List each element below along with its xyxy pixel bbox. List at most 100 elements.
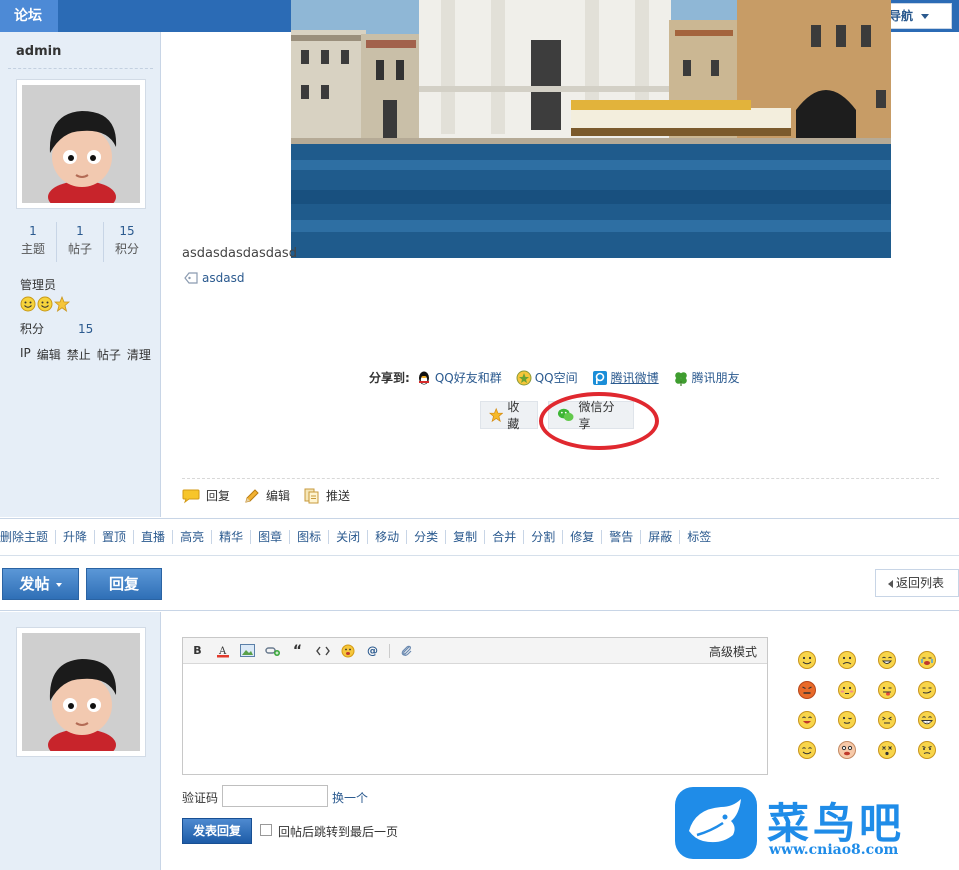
tag-link[interactable]: asdasd (202, 271, 244, 285)
share-tencent-friends[interactable]: 腾讯朋友 (673, 369, 740, 386)
doubt-emoji-icon[interactable] (917, 740, 937, 760)
share-qzone[interactable]: QQ空间 (516, 369, 578, 386)
forum-tab[interactable]: 论坛 (0, 0, 58, 32)
push-post-action[interactable]: 推送 (304, 487, 350, 504)
jump-to-last-page-checkbox[interactable] (260, 824, 272, 836)
mod-digest[interactable]: 精华 (211, 530, 250, 544)
admin-link-ban[interactable]: 禁止 (67, 346, 91, 363)
tencent-weibo-icon (592, 370, 607, 385)
mod-icon[interactable]: 图标 (289, 530, 328, 544)
post-actions: 回复 编辑 推送 (182, 487, 350, 504)
angry-emoji-icon[interactable] (797, 680, 817, 700)
stat-posts[interactable]: 1 帖子 (56, 222, 103, 262)
surprised-emoji-icon[interactable] (837, 740, 857, 760)
mod-repair[interactable]: 修复 (562, 530, 601, 544)
attachment-icon[interactable] (398, 642, 415, 659)
laugh-emoji-icon[interactable] (797, 710, 817, 730)
reply-button[interactable]: 回复 (86, 568, 162, 600)
avatar[interactable] (16, 79, 146, 209)
dizzy-emoji-icon[interactable] (877, 740, 897, 760)
squint-emoji-icon[interactable] (877, 710, 897, 730)
submit-reply-button[interactable]: 发表回复 (182, 818, 252, 844)
avatar-image (22, 633, 140, 751)
captcha-input[interactable] (222, 785, 328, 807)
post-body-text: asdasdasdasdasd (182, 246, 297, 261)
code-icon[interactable] (314, 642, 331, 659)
happy-emoji-icon[interactable] (797, 740, 817, 760)
post-new-button[interactable]: 发帖 (2, 568, 79, 600)
share-qq-friends[interactable]: QQ好友和群 (416, 369, 502, 386)
mod-bump[interactable]: 升降 (55, 530, 94, 544)
post-author-sidebar: admin 1 主题 1 帖子 15 积分 管理员 积分 15 IP 编辑 禁止… (0, 32, 161, 517)
author-name[interactable]: admin (16, 44, 61, 59)
reply-post-action[interactable]: 回复 (182, 487, 230, 504)
clover-icon (674, 371, 687, 386)
mod-live[interactable]: 直播 (133, 530, 172, 544)
smile-emoji-icon[interactable] (797, 650, 817, 670)
mod-block[interactable]: 屏蔽 (640, 530, 679, 544)
push-document-icon (304, 488, 319, 503)
user-group[interactable]: 管理员 (20, 276, 56, 293)
advanced-mode-link[interactable]: 高级模式 (709, 643, 757, 660)
mod-copy[interactable]: 复制 (445, 530, 484, 544)
bird-logo-icon (675, 787, 757, 859)
back-to-list-button[interactable]: 返回列表 (875, 569, 959, 597)
wink-emoji-icon[interactable] (837, 710, 857, 730)
sad-emoji-icon[interactable] (837, 650, 857, 670)
qq-penguin-icon (418, 371, 429, 384)
mod-move[interactable]: 移动 (367, 530, 406, 544)
image-icon[interactable] (239, 642, 256, 659)
mod-merge[interactable]: 合并 (484, 530, 523, 544)
mod-highlight[interactable]: 高亮 (172, 530, 211, 544)
admin-links: IP 编辑 禁止 帖子 清理 (20, 346, 151, 363)
grin-emoji-icon[interactable] (877, 650, 897, 670)
bold-icon[interactable]: B (189, 642, 206, 659)
share-row: 分享到: QQ好友和群 QQ空间 腾讯微博 腾讯朋友 (369, 369, 754, 386)
captcha-refresh-link[interactable]: 换一个 (332, 789, 368, 806)
share-label: 分享到: (369, 371, 410, 385)
toolbar-separator (389, 643, 390, 658)
mod-sticky[interactable]: 置顶 (94, 530, 133, 544)
quote-icon[interactable]: “ (289, 642, 306, 659)
emoticon-icon[interactable] (339, 642, 356, 659)
tongue-emoji-icon[interactable] (877, 680, 897, 700)
mod-category[interactable]: 分类 (406, 530, 445, 544)
reply-author-sidebar (0, 612, 161, 870)
smirk-emoji-icon[interactable] (917, 680, 937, 700)
admin-link-clean[interactable]: 清理 (127, 346, 151, 363)
admin-link-posts[interactable]: 帖子 (97, 346, 121, 363)
jump-to-last-page-label: 回帖后跳转到最后一页 (278, 825, 399, 839)
user-medals (20, 296, 70, 312)
favorite-button[interactable]: 收藏 (480, 400, 538, 431)
captcha-label: 验证码 (182, 791, 219, 805)
admin-link-edit[interactable]: 编辑 (37, 346, 61, 363)
mention-icon[interactable]: @ (364, 642, 381, 659)
mod-stamp[interactable]: 图章 (250, 530, 289, 544)
mod-split[interactable]: 分割 (523, 530, 562, 544)
shy-emoji-icon[interactable] (837, 680, 857, 700)
mod-delete-thread[interactable]: 删除主题 (0, 530, 55, 544)
stat-value: 15 (119, 224, 135, 238)
stat-threads[interactable]: 1 主题 (10, 222, 56, 262)
avatar[interactable] (16, 627, 146, 757)
chevron-left-icon (888, 579, 893, 588)
reply-textarea[interactable] (183, 664, 767, 774)
editor-toolbar: B A “ @ 高级模式 (183, 638, 767, 664)
smiley-medal-icon (37, 296, 53, 312)
share-tencent-friends-label: 腾讯朋友 (691, 371, 740, 385)
big-grin-emoji-icon[interactable] (917, 710, 937, 730)
mod-tag[interactable]: 标签 (679, 530, 718, 544)
post-new-label: 发帖 (19, 575, 50, 593)
stat-value: 1 (29, 224, 37, 238)
edit-post-action[interactable]: 编辑 (244, 487, 290, 504)
font-color-icon[interactable]: A (214, 642, 231, 659)
share-tencent-weibo[interactable]: 腾讯微博 (592, 369, 659, 386)
speech-bubble-icon (182, 489, 200, 503)
link-icon[interactable] (264, 642, 281, 659)
mod-close[interactable]: 关闭 (328, 530, 367, 544)
stat-credits[interactable]: 15 积分 (103, 222, 150, 262)
user-score: 积分 15 (20, 320, 93, 337)
mod-warn[interactable]: 警告 (601, 530, 640, 544)
admin-link-ip[interactable]: IP (20, 346, 31, 363)
cry-emoji-icon[interactable] (917, 650, 937, 670)
